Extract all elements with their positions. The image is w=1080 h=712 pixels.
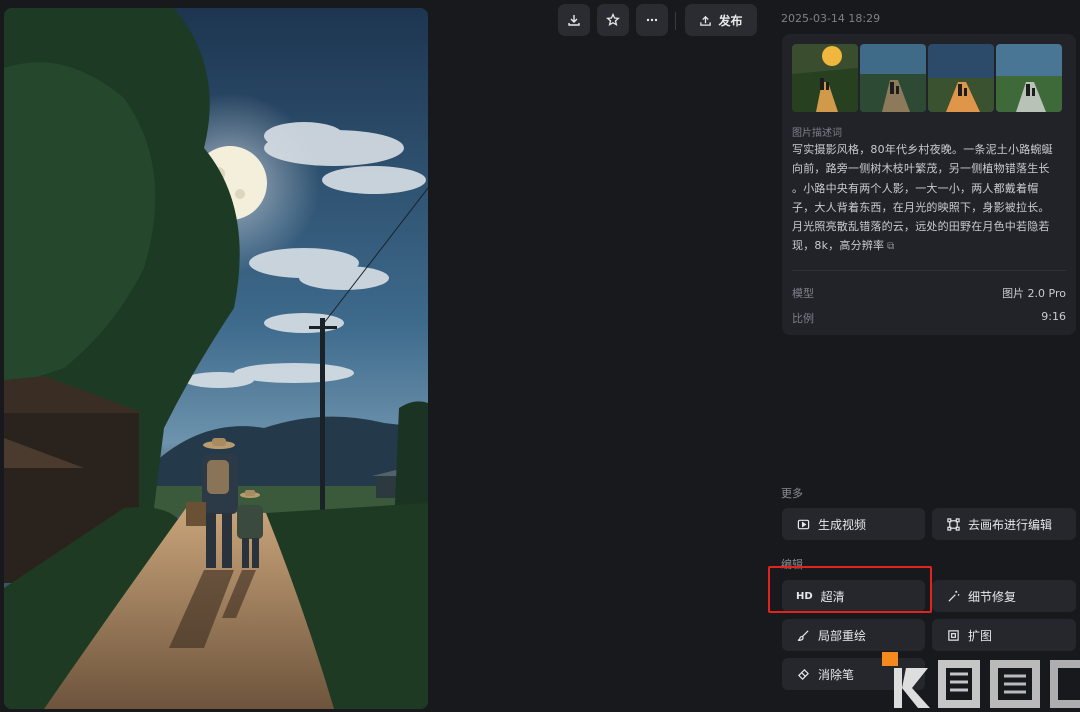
thumbnail[interactable] — [996, 44, 1062, 112]
magic-wand-icon — [946, 589, 960, 603]
video-icon — [796, 517, 810, 531]
creation-date: 2025-03-14 18:29 — [781, 12, 881, 25]
thumbnail[interactable] — [928, 44, 994, 112]
description-line: 。小路中央有两个人影，一大一小，两人都戴着帽 — [792, 181, 1039, 195]
thumbnail-strip — [792, 44, 1062, 112]
favorite-button[interactable] — [597, 4, 629, 36]
expand-icon — [946, 628, 960, 642]
image-info-card: 图片描述词 写实摄影风格，80年代乡村夜晚。一条泥土小路蜿蜒 向前，路旁一侧树木… — [782, 34, 1076, 335]
model-value: 图片 2.0 Pro — [1002, 287, 1066, 300]
more-section-label: 更多 — [781, 487, 803, 500]
moonlit-road-illustration — [4, 8, 428, 709]
thumbnail[interactable] — [860, 44, 926, 112]
eraser-icon — [796, 667, 810, 681]
generated-image[interactable] — [4, 8, 428, 709]
generate-video-label: 生成视频 — [818, 517, 867, 532]
ratio-value: 9:16 — [1041, 310, 1066, 323]
canvas-icon — [946, 517, 960, 531]
upscale-button[interactable]: HD 超清 — [782, 580, 925, 612]
description-line-last: 现，8k，高分辨率 ⧉ — [792, 236, 1066, 256]
canvas-edit-button[interactable]: 去画布进行编辑 — [932, 508, 1076, 540]
model-label: 模型 — [792, 287, 814, 300]
publish-button[interactable]: 发布 — [685, 4, 757, 36]
generate-video-button[interactable]: 生成视频 — [782, 508, 925, 540]
detail-repair-label: 细节修复 — [968, 589, 1017, 604]
download-button[interactable] — [558, 4, 590, 36]
ratio-label: 比例 — [792, 312, 814, 325]
canvas-area — [0, 0, 766, 709]
more-icon — [645, 13, 659, 27]
inpaint-label: 局部重绘 — [818, 628, 867, 643]
description-line: 子，大人背着东西，在月光的映照下，身影被拉长。 — [792, 200, 1050, 214]
thumbnail[interactable] — [792, 44, 858, 112]
expand-label: 扩图 — [968, 628, 993, 643]
brush-icon — [796, 628, 810, 642]
more-button[interactable] — [636, 4, 668, 36]
edit-section-label: 编辑 — [781, 558, 803, 571]
expand-button[interactable]: 扩图 — [932, 619, 1076, 651]
card-divider — [792, 270, 1066, 271]
publish-label: 发布 — [718, 13, 743, 28]
model-row: 模型 图片 2.0 Pro — [792, 285, 1066, 301]
description-line: 现，8k，高分辨率 — [792, 239, 885, 253]
copy-icon[interactable]: ⧉ — [887, 237, 894, 256]
ratio-row: 比例 9:16 — [792, 310, 1066, 326]
upscale-label: 超清 — [820, 589, 845, 604]
star-icon — [606, 13, 620, 27]
description-text: 写实摄影风格，80年代乡村夜晚。一条泥土小路蜿蜒 向前，路旁一侧树木枝叶繁茂，另… — [792, 140, 1066, 257]
description-line: 写实摄影风格，80年代乡村夜晚。一条泥土小路蜿蜒 — [792, 143, 1053, 156]
toolbar-divider — [675, 12, 676, 30]
description-line: 向前，路旁一侧树木枝叶繁茂，另一侧植物错落生长 — [792, 162, 1050, 176]
description-title: 图片描述词 — [792, 128, 842, 139]
hd-icon: HD — [796, 590, 813, 602]
description-line: 月光照亮散乱错落的云，远处的田野在月色中若隐若 — [792, 220, 1050, 234]
canvas-edit-label: 去画布进行编辑 — [968, 517, 1053, 532]
watermark-logo — [880, 650, 1080, 709]
eraser-label: 消除笔 — [818, 667, 855, 682]
download-icon — [567, 13, 581, 27]
detail-repair-button[interactable]: 细节修复 — [932, 580, 1076, 612]
upload-icon — [699, 14, 712, 27]
inpaint-button[interactable]: 局部重绘 — [782, 619, 925, 651]
